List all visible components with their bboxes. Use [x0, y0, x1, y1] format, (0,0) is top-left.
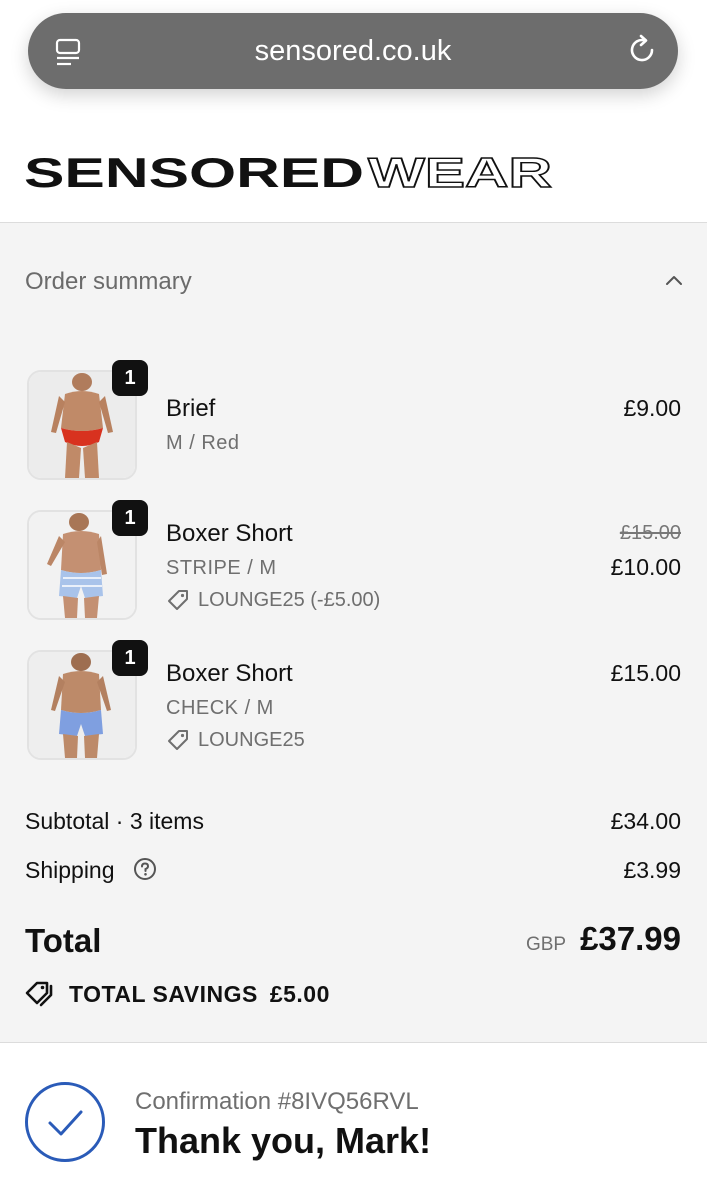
help-icon[interactable]: [133, 857, 157, 881]
item-original-price: £15.00: [619, 522, 681, 544]
item-discount: LOUNGE25 (-£5.00): [166, 588, 380, 612]
confirmation-number: Confirmation #8IVQ56RVL: [135, 1088, 419, 1115]
tag-icon: [168, 590, 188, 610]
quantity-badge: 1: [112, 500, 148, 536]
item-name: Brief: [166, 395, 216, 422]
browser-chrome: sensored.co.uk: [0, 0, 707, 110]
checkmark-icon: [48, 1110, 83, 1136]
quantity-badge: 1: [112, 640, 148, 676]
item-price: £15.00: [610, 660, 681, 686]
brand-name-bold: SENSORED: [24, 150, 364, 194]
total-label: Total: [25, 922, 102, 959]
order-summary-toggle[interactable]: Order summary: [0, 222, 707, 337]
shipping-row: Shipping £3.99: [25, 857, 681, 884]
confirmation-check-badge: [25, 1082, 105, 1162]
item-price: £10.00: [610, 554, 681, 580]
item-name: Boxer Short: [166, 520, 293, 547]
savings-value: £5.00: [269, 980, 330, 1007]
total-amount: GBP £37.99: [526, 920, 681, 958]
thank-you-heading: Thank you, Mark!: [135, 1120, 432, 1161]
total-savings: TOTAL SAVINGS £5.00: [25, 980, 330, 1008]
brand-logo[interactable]: SENSORED WEAR: [24, 150, 564, 194]
currency-code: GBP: [525, 934, 567, 955]
item-name: Boxer Short: [166, 660, 293, 687]
tag-icon: [168, 730, 188, 750]
quantity-badge: 1: [112, 360, 148, 396]
item-price: £9.00: [623, 395, 681, 421]
savings-tag-icon: [25, 981, 53, 1007]
item-discount: LOUNGE25: [166, 728, 305, 752]
chevron-up-icon: [666, 276, 682, 285]
discount-code: LOUNGE25 (-£5.00): [198, 588, 381, 611]
shipping-label: Shipping: [25, 857, 115, 883]
item-variant: M / Red: [166, 432, 240, 454]
order-summary-label: Order summary: [25, 268, 192, 295]
subtotal-label: Subtotal · 3 items: [25, 808, 204, 834]
total-value: £37.99: [580, 920, 681, 957]
discount-code: LOUNGE25: [198, 728, 305, 751]
url-bar[interactable]: sensored.co.uk: [28, 13, 678, 89]
reload-icon[interactable]: [626, 33, 660, 67]
shipping-value: £3.99: [623, 857, 681, 883]
brand-name-outline: WEAR: [368, 150, 552, 194]
savings-label: TOTAL SAVINGS: [69, 980, 258, 1007]
url-text: sensored.co.uk: [254, 35, 452, 67]
item-variant: CHECK / M: [166, 697, 274, 719]
order-summary-panel: 1 Brief M / Red £9.00 1 Boxer Short STRI…: [0, 336, 707, 1043]
subtotal-row: Subtotal · 3 items £34.00: [25, 808, 681, 835]
subtotal-value: £34.00: [610, 808, 681, 834]
item-variant: STRIPE / M: [166, 557, 277, 579]
